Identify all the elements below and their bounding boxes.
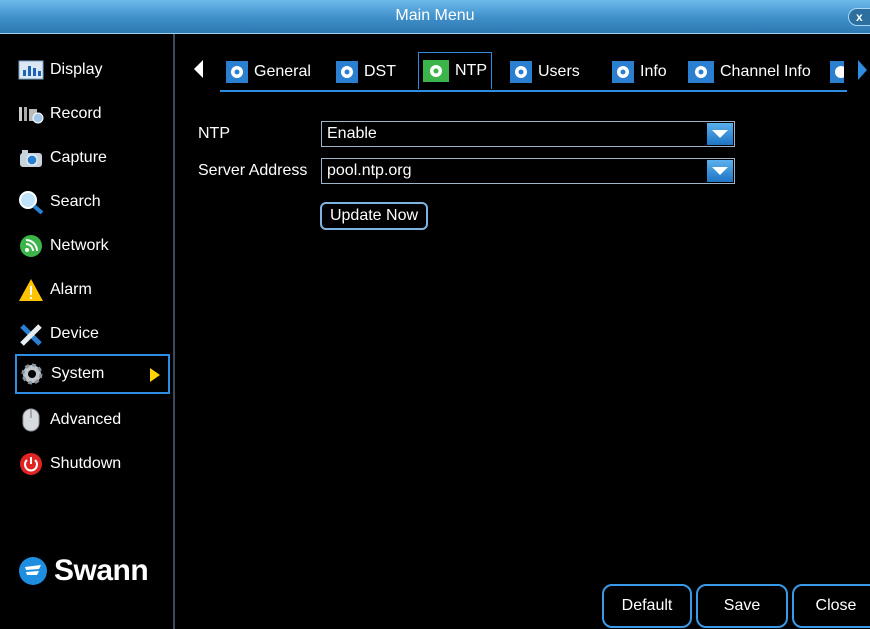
- sidebar-item-system[interactable]: System: [15, 354, 170, 394]
- tab-partial-next[interactable]: [830, 56, 850, 88]
- update-now-button[interactable]: Update Now: [320, 202, 428, 230]
- gear-tab-icon: [336, 61, 358, 83]
- server-address-value: pool.ntp.org: [327, 162, 412, 179]
- gear-tab-icon: [226, 61, 248, 83]
- network-icon: [18, 233, 44, 259]
- sidebar-item-capture[interactable]: Capture: [16, 138, 170, 178]
- sidebar-item-network[interactable]: Network: [16, 226, 170, 266]
- gear-icon: [19, 361, 45, 387]
- power-icon: [18, 451, 44, 477]
- device-tools-icon: [18, 321, 44, 347]
- save-button[interactable]: Save: [696, 584, 788, 628]
- gear-tab-icon: [423, 60, 449, 82]
- tab-label: Channel Info: [720, 63, 811, 80]
- alarm-icon: [18, 277, 44, 303]
- dropdown-button[interactable]: [707, 160, 733, 182]
- swann-logo-icon: [19, 557, 47, 585]
- sidebar-item-device[interactable]: Device: [16, 314, 170, 354]
- sidebar-item-alarm[interactable]: Alarm: [16, 270, 170, 310]
- mouse-icon: [18, 407, 44, 433]
- server-address-label: Server Address: [198, 162, 308, 179]
- close-window-button[interactable]: x: [848, 8, 870, 26]
- sidebar-item-label: Advanced: [50, 411, 122, 428]
- gear-tab-icon: [612, 61, 634, 83]
- ntp-value: Enable: [327, 125, 377, 142]
- tab-scroll-right-icon[interactable]: [858, 60, 867, 80]
- tab-scroll-left-icon[interactable]: [194, 60, 203, 78]
- tab-users[interactable]: Users: [510, 56, 580, 88]
- chevron-down-icon: [712, 130, 728, 138]
- brand-logo: Swann: [18, 554, 149, 588]
- sidebar-item-label: Alarm: [50, 281, 92, 298]
- window-title: Main Menu: [395, 7, 475, 24]
- tab-underline: [220, 90, 847, 92]
- tab-bar: General DST NTP Users Info Channel Info: [190, 52, 870, 92]
- gear-tab-icon: [830, 61, 844, 83]
- tab-general[interactable]: General: [226, 56, 311, 88]
- sidebar-item-label: Device: [50, 325, 99, 342]
- display-icon: [18, 57, 44, 83]
- sidebar-item-record[interactable]: Record: [16, 94, 170, 134]
- sidebar-item-display[interactable]: Display: [16, 50, 170, 90]
- dropdown-button[interactable]: [707, 123, 733, 145]
- record-icon: [18, 101, 44, 127]
- tab-label: Info: [640, 63, 667, 80]
- server-address-row: Server Address: [198, 158, 320, 184]
- tab-ntp[interactable]: NTP: [418, 52, 492, 89]
- tab-label: Users: [538, 63, 580, 80]
- search-icon: [18, 189, 44, 215]
- camera-icon: [18, 145, 44, 171]
- swann-wordmark: Swann: [54, 554, 149, 587]
- sidebar-item-label: Capture: [50, 149, 107, 166]
- tab-channel-info[interactable]: Channel Info: [688, 56, 811, 88]
- sidebar-item-advanced[interactable]: Advanced: [16, 400, 170, 440]
- ntp-row: NTP: [198, 121, 320, 147]
- default-button[interactable]: Default: [602, 584, 692, 628]
- tab-label: NTP: [455, 62, 487, 79]
- active-arrow-icon: [150, 368, 160, 382]
- tab-label: DST: [364, 63, 396, 80]
- chevron-down-icon: [712, 167, 728, 175]
- sidebar-item-label: Shutdown: [50, 455, 122, 472]
- sidebar-item-label: System: [51, 365, 105, 382]
- sidebar-item-label: Record: [50, 105, 102, 122]
- close-icon: x: [856, 10, 863, 24]
- sidebar-item-shutdown[interactable]: Shutdown: [16, 444, 170, 484]
- sidebar-item-label: Display: [50, 61, 103, 78]
- gear-tab-icon: [688, 61, 714, 83]
- server-address-select[interactable]: pool.ntp.org: [321, 158, 735, 184]
- tab-info[interactable]: Info: [612, 56, 667, 88]
- close-button[interactable]: Close: [792, 584, 870, 628]
- sidebar-item-search[interactable]: Search: [16, 182, 170, 222]
- title-bar: Main Menu x: [0, 0, 870, 34]
- ntp-select[interactable]: Enable: [321, 121, 735, 147]
- tab-dst[interactable]: DST: [336, 56, 396, 88]
- ntp-label: NTP: [198, 125, 230, 142]
- sidebar-item-label: Network: [50, 237, 109, 254]
- tab-label: General: [254, 63, 311, 80]
- sidebar-item-label: Search: [50, 193, 101, 210]
- sidebar: Display Record Capture Search Network Al…: [0, 34, 175, 629]
- gear-tab-icon: [510, 61, 532, 83]
